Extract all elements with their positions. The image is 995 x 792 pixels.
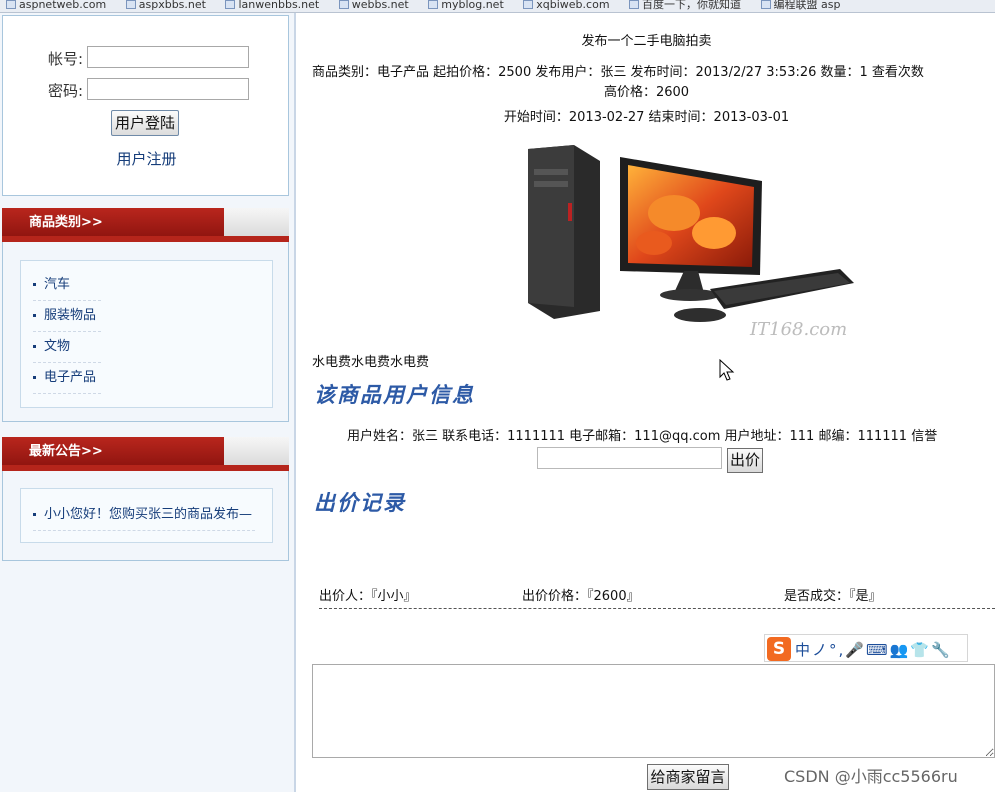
product-title: 发布一个二手电脑拍卖 <box>581 34 712 49</box>
bullet-icon <box>33 376 36 379</box>
page-icon <box>125 0 136 9</box>
bid-price-input[interactable] <box>537 447 722 469</box>
auction-time: 开始时间：2013-02-27 结束时间：2013-03-01 <box>503 110 790 125</box>
product-info: 商品类别：电子产品 起拍价格：2500 发布用户：张三 发布时间：2013/2/… <box>312 65 924 80</box>
bookmarks-bar: aspnetweb.com aspxbbs.net lanwenbbs.net … <box>0 0 995 13</box>
deal-cell: 是否成交：『是』 <box>784 589 882 604</box>
bookmark-item[interactable]: 百度一下，你就知道 <box>629 0 741 10</box>
price-cell: 出价价格：『2600』 <box>522 589 640 604</box>
panel-header-tab <box>224 208 289 238</box>
product-description: 水电费水电费水电费 <box>312 355 430 370</box>
bullet-icon <box>33 314 36 317</box>
bullet-icon <box>33 345 36 348</box>
category-label: 服装物品 <box>44 308 97 323</box>
ime-tools[interactable]: 中ノ°,🎤⌨👥👕🔧 <box>795 639 952 660</box>
bookmark-item[interactable]: aspnetweb.com <box>6 0 106 10</box>
password-input[interactable] <box>87 78 249 100</box>
notice-panel-header: 最新公告>> <box>2 437 289 471</box>
categories-list: 汽车 服装物品 文物 电子产品 <box>20 260 273 408</box>
sidebar: 帐号: 密码: 用户登陆 用户注册 商品类别>> 汽车 服装物品 文物 电子产品… <box>0 13 296 792</box>
page-icon <box>338 0 349 9</box>
login-button[interactable]: 用户登陆 <box>111 110 179 136</box>
bidder-cell: 出价人：『小小』 <box>319 589 417 604</box>
category-item-clothing[interactable]: 服装物品 <box>33 302 101 332</box>
categories-panel-title: 商品类别>> <box>2 208 224 238</box>
highest-price: 高价格：2600 <box>603 85 690 100</box>
register-link[interactable]: 用户注册 <box>3 148 290 169</box>
page-icon <box>428 0 439 9</box>
leave-message-button[interactable]: 给商家留言 <box>647 764 729 790</box>
panel-header-tab <box>224 437 289 467</box>
main-content: 发布一个二手电脑拍卖 商品类别：电子产品 起拍价格：2500 发布用户：张三 发… <box>298 13 995 792</box>
notice-list: 小小您好！您购买张三的商品发布— <box>20 488 273 543</box>
seller-info: 用户姓名：张三 联系电话：1111111 电子邮箱：111@qq.com 用户地… <box>347 429 938 444</box>
notice-panel-body: 小小您好！您购买张三的商品发布— <box>2 471 289 561</box>
page-icon <box>760 0 771 9</box>
image-watermark: IT168.com <box>749 319 847 340</box>
account-input[interactable] <box>87 46 249 68</box>
categories-panel-body: 汽车 服装物品 文物 电子产品 <box>2 242 289 422</box>
password-label: 密码: <box>47 82 83 100</box>
login-box: 帐号: 密码: 用户登陆 用户注册 <box>2 15 289 196</box>
message-textarea[interactable] <box>312 664 995 758</box>
category-label: 电子产品 <box>44 370 97 385</box>
page-icon <box>6 0 16 9</box>
page-icon <box>629 0 640 9</box>
page-icon <box>523 0 534 9</box>
csdn-watermark: CSDN @小雨cc5566ru <box>784 767 958 786</box>
bookmark-item[interactable]: webbs.net <box>338 0 409 10</box>
category-item-car[interactable]: 汽车 <box>33 271 101 301</box>
bookmark-item[interactable]: aspxbbs.net <box>125 0 206 10</box>
notice-panel-title: 最新公告>> <box>2 437 224 467</box>
bookmark-item[interactable]: myblog.net <box>428 0 504 10</box>
table-row: 出价人：『小小』 出价价格：『2600』 是否成交：『是』 <box>319 583 995 609</box>
category-item-antiques[interactable]: 文物 <box>33 333 101 363</box>
bookmark-item[interactable]: xqbiweb.com <box>523 0 610 10</box>
bid-button[interactable]: 出价 <box>727 448 763 473</box>
page-icon <box>225 0 236 9</box>
bookmark-item[interactable]: 编程联盟 asp <box>760 0 841 10</box>
category-item-electronics[interactable]: 电子产品 <box>33 364 101 394</box>
category-label: 文物 <box>44 339 71 354</box>
bullet-icon <box>33 283 36 286</box>
bullet-icon <box>33 513 36 516</box>
sogou-logo-icon: S <box>767 637 791 661</box>
notice-item[interactable]: 小小您好！您购买张三的商品发布— <box>33 501 255 531</box>
bookmark-item[interactable]: lanwenbbs.net <box>225 0 319 10</box>
product-image: IT168.com <box>528 145 854 340</box>
ime-toolbar[interactable]: S 中ノ°,🎤⌨👥👕🔧 <box>764 634 968 662</box>
notice-label: 小小您好！您购买张三的商品发布— <box>44 507 253 522</box>
mouse-cursor-icon <box>719 359 735 381</box>
account-label: 帐号: <box>47 50 83 68</box>
categories-panel-header: 商品类别>> <box>2 208 289 242</box>
category-label: 汽车 <box>44 277 71 292</box>
seller-info-title: 该商品用户信息 <box>314 382 475 407</box>
bid-records-title: 出价记录 <box>314 490 406 515</box>
